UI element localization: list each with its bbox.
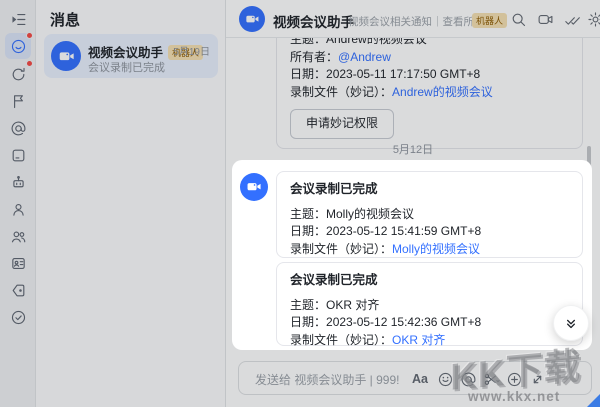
messages-panel-title: 消息 — [50, 9, 80, 30]
rail-item-groups[interactable] — [5, 223, 31, 249]
app-window: 消息 视频会议助手机器人 5月19日 会议录制已完成 主题：Andrew的视频会… — [0, 0, 600, 407]
chat-subtitle: 视频会议相关通知｜查看所有妙... — [348, 14, 472, 29]
rail-item-memo[interactable] — [5, 142, 31, 168]
request-minutes-permission-button[interactable]: 申请妙记权限 — [290, 109, 394, 139]
chat-title: 视频会议助手 — [273, 11, 354, 31]
rail-item-messages[interactable] — [5, 33, 31, 59]
sidebar-collapse-icon[interactable] — [5, 6, 31, 32]
rail-item-bookmark[interactable] — [5, 277, 31, 303]
chat-header: 视频会议助手 视频会议相关通知｜查看所有妙... 机器人 — [226, 0, 600, 38]
meeting-topic-line: 主题：Molly的视频会议 — [290, 206, 569, 224]
conversation-preview: 会议录制已完成 — [88, 59, 165, 75]
rail-item-mention[interactable] — [5, 115, 31, 141]
rail-item-tasks[interactable] — [5, 304, 31, 330]
rail-item-contacts[interactable] — [5, 196, 31, 222]
meeting-owner-line: 所有者：@Andrew — [290, 49, 569, 67]
meeting-topic-line: 主题：OKR 对齐 — [290, 297, 569, 315]
message-card-partial: 主题：Andrew的视频会议 所有者：@Andrew 日期：2023-05-11… — [276, 21, 583, 149]
meeting-file-line: 录制文件（妙记）：OKR 对齐 — [290, 332, 569, 350]
rail-item-profile-card[interactable] — [5, 250, 31, 276]
rail-item-flag[interactable] — [5, 88, 31, 114]
nav-rail — [0, 0, 36, 407]
font-format-icon[interactable]: Aa — [411, 370, 429, 388]
rail-item-refresh[interactable] — [5, 61, 31, 87]
unread-badge — [26, 32, 33, 39]
conversation-date: 5月19日 — [173, 43, 210, 58]
message-input[interactable]: 发送给 视频会议助手 | 999! Aa — [238, 361, 592, 395]
search-icon[interactable] — [510, 11, 527, 28]
conversation-list: 消息 视频会议助手机器人 5月19日 会议录制已完成 — [36, 0, 226, 407]
video-assistant-avatar — [240, 173, 268, 201]
meeting-record-card: 会议录制已完成 主题：OKR 对齐 日期：2023-05-12 15:42:36… — [276, 262, 583, 346]
rail-item-helpdesk[interactable] — [5, 169, 31, 195]
conversation-item-meeting-assistant[interactable]: 视频会议助手机器人 5月19日 会议录制已完成 — [44, 34, 218, 78]
meeting-file-line: 录制文件（妙记）：Molly的视频会议 — [290, 241, 569, 259]
expand-icon[interactable] — [528, 370, 546, 388]
minutes-file-link[interactable]: Molly的视频会议 — [392, 242, 480, 256]
scroll-to-bottom-button[interactable] — [553, 305, 589, 341]
card-title: 会议录制已完成 — [290, 181, 569, 199]
settings-gear-icon[interactable] — [587, 11, 600, 28]
emoji-icon[interactable] — [436, 370, 454, 388]
minutes-file-link[interactable]: Andrew的视频会议 — [392, 85, 493, 99]
minutes-file-link[interactable]: OKR 对齐 — [392, 333, 445, 347]
meeting-date-line: 日期：2023-05-12 15:41:59 GMT+8 — [290, 223, 569, 241]
owner-link[interactable]: @Andrew — [338, 50, 391, 64]
meeting-date-line: 日期：2023-05-12 15:42:36 GMT+8 — [290, 314, 569, 332]
highlight-panel: 会议录制已完成 主题：Molly的视频会议 日期：2023-05-12 15:4… — [232, 160, 592, 350]
unread-badge — [26, 60, 33, 67]
bot-badge: 机器人 — [472, 13, 507, 28]
screenshot-scissors-icon[interactable] — [482, 370, 500, 388]
double-check-icon[interactable] — [563, 11, 580, 28]
meeting-record-card: 会议录制已完成 主题：Molly的视频会议 日期：2023-05-12 15:4… — [276, 171, 583, 258]
date-divider: 5月12日 — [226, 141, 600, 157]
mention-icon[interactable] — [459, 370, 477, 388]
meeting-date-line: 日期：2023-05-11 17:17:50 GMT+8 — [290, 66, 569, 84]
card-title: 会议录制已完成 — [290, 272, 569, 290]
input-placeholder: 发送给 视频会议助手 | 999! — [255, 371, 399, 388]
video-call-icon[interactable] — [537, 11, 554, 28]
corner-triangle — [587, 394, 600, 407]
meeting-file-line: 录制文件（妙记）：Andrew的视频会议 — [290, 84, 569, 102]
video-assistant-avatar — [51, 41, 81, 71]
video-assistant-avatar — [239, 6, 265, 32]
plus-circle-icon[interactable] — [505, 370, 523, 388]
